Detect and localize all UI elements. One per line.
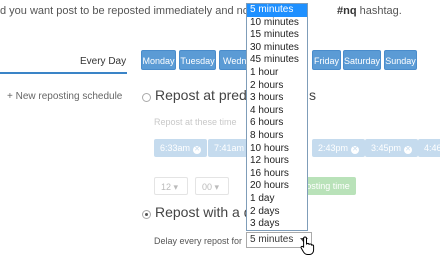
dropdown-option[interactable]: 15 minutes — [247, 29, 307, 42]
time-chip-label: 4:46 — [424, 143, 440, 153]
day-button-saturday[interactable]: Saturday — [343, 50, 381, 70]
dropdown-option[interactable]: 2 hours — [247, 80, 307, 93]
radio-repost-with-delay[interactable] — [142, 210, 151, 219]
dropdown-option[interactable]: 4 hours — [247, 105, 307, 118]
remove-time-icon[interactable]: ✕ — [193, 146, 202, 154]
intro-text-tail: #nq hashtag. — [337, 5, 402, 17]
minute-value: 00 — [202, 182, 213, 192]
dropdown-option[interactable]: 2 days — [247, 206, 307, 219]
hour-value: 12 — [161, 182, 172, 192]
intro-text-end: hashtag. — [356, 5, 402, 17]
delay-label: Delay every repost for — [154, 236, 243, 246]
dropdown-option[interactable]: 3 hours — [247, 92, 307, 105]
hashtag: #nq — [337, 5, 357, 17]
day-button-wednesday[interactable]: Wedne — [219, 50, 251, 70]
time-chip[interactable]: 4:46 — [418, 139, 440, 157]
predefined-subtext: Repost at these time — [154, 117, 237, 127]
predefined-heading-start: Repost at prede — [155, 87, 255, 103]
dropdown-option[interactable]: 1 hour — [247, 67, 307, 80]
hand-cursor-icon — [300, 236, 315, 255]
dropdown-option[interactable]: 16 hours — [247, 168, 307, 181]
predefined-heading-end: s — [309, 87, 316, 103]
dropdown-option[interactable]: 3 days — [247, 218, 307, 231]
dropdown-option[interactable]: 8 hours — [247, 130, 307, 143]
dropdown-option[interactable]: 6 hours — [247, 117, 307, 130]
minute-select[interactable]: 00 ▾ — [195, 177, 229, 195]
new-reposting-schedule-link[interactable]: + New reposting schedule — [7, 91, 122, 102]
dropdown-option[interactable]: 5 minutes — [247, 4, 307, 17]
dropdown-option[interactable]: 45 minutes — [247, 54, 307, 67]
day-button-tuesday[interactable]: Tuesday — [179, 50, 216, 70]
hour-select[interactable]: 12 ▾ — [154, 177, 188, 195]
dropdown-option[interactable]: 30 minutes — [247, 42, 307, 55]
radio-predefined-times[interactable] — [142, 93, 151, 102]
dropdown-option[interactable]: 10 minutes — [247, 17, 307, 30]
time-chip[interactable]: 6:33am ✕ — [154, 139, 208, 157]
delay-select-value: 5 minutes — [250, 234, 294, 245]
time-chip-label: 6:33am — [160, 143, 191, 153]
time-chip[interactable]: 2:43pm ✕ — [312, 139, 366, 157]
time-chip[interactable]: 3:45pm ✕ — [365, 139, 419, 157]
dropdown-option[interactable]: 10 hours — [247, 143, 307, 156]
time-chip-label: 3:45pm — [371, 143, 402, 153]
delay-dropdown-list[interactable]: 5 minutes 10 minutes 15 minutes 30 minutes 4… — [246, 3, 308, 231]
tab-active-underline — [0, 72, 127, 74]
dropdown-option[interactable]: 12 hours — [247, 155, 307, 168]
remove-time-icon[interactable]: ✕ — [404, 146, 413, 154]
tab-every-day[interactable]: Every Day — [80, 56, 126, 67]
time-chip-label: 7:41am — [214, 143, 245, 153]
delay-heading: Repost with a d — [155, 204, 252, 220]
time-chip-label: 2:43pm — [318, 143, 349, 153]
day-button-sunday[interactable]: Sunday — [384, 50, 417, 70]
remove-time-icon[interactable]: ✕ — [351, 146, 360, 154]
day-button-monday[interactable]: Monday — [141, 50, 176, 70]
dropdown-option[interactable]: 20 hours — [247, 180, 307, 193]
day-button-friday[interactable]: Friday — [312, 50, 341, 70]
add-posting-time-button[interactable]: osting time — [300, 177, 356, 195]
dropdown-option[interactable]: 1 day — [247, 193, 307, 206]
predefined-heading: Repost at prede — [155, 87, 255, 103]
